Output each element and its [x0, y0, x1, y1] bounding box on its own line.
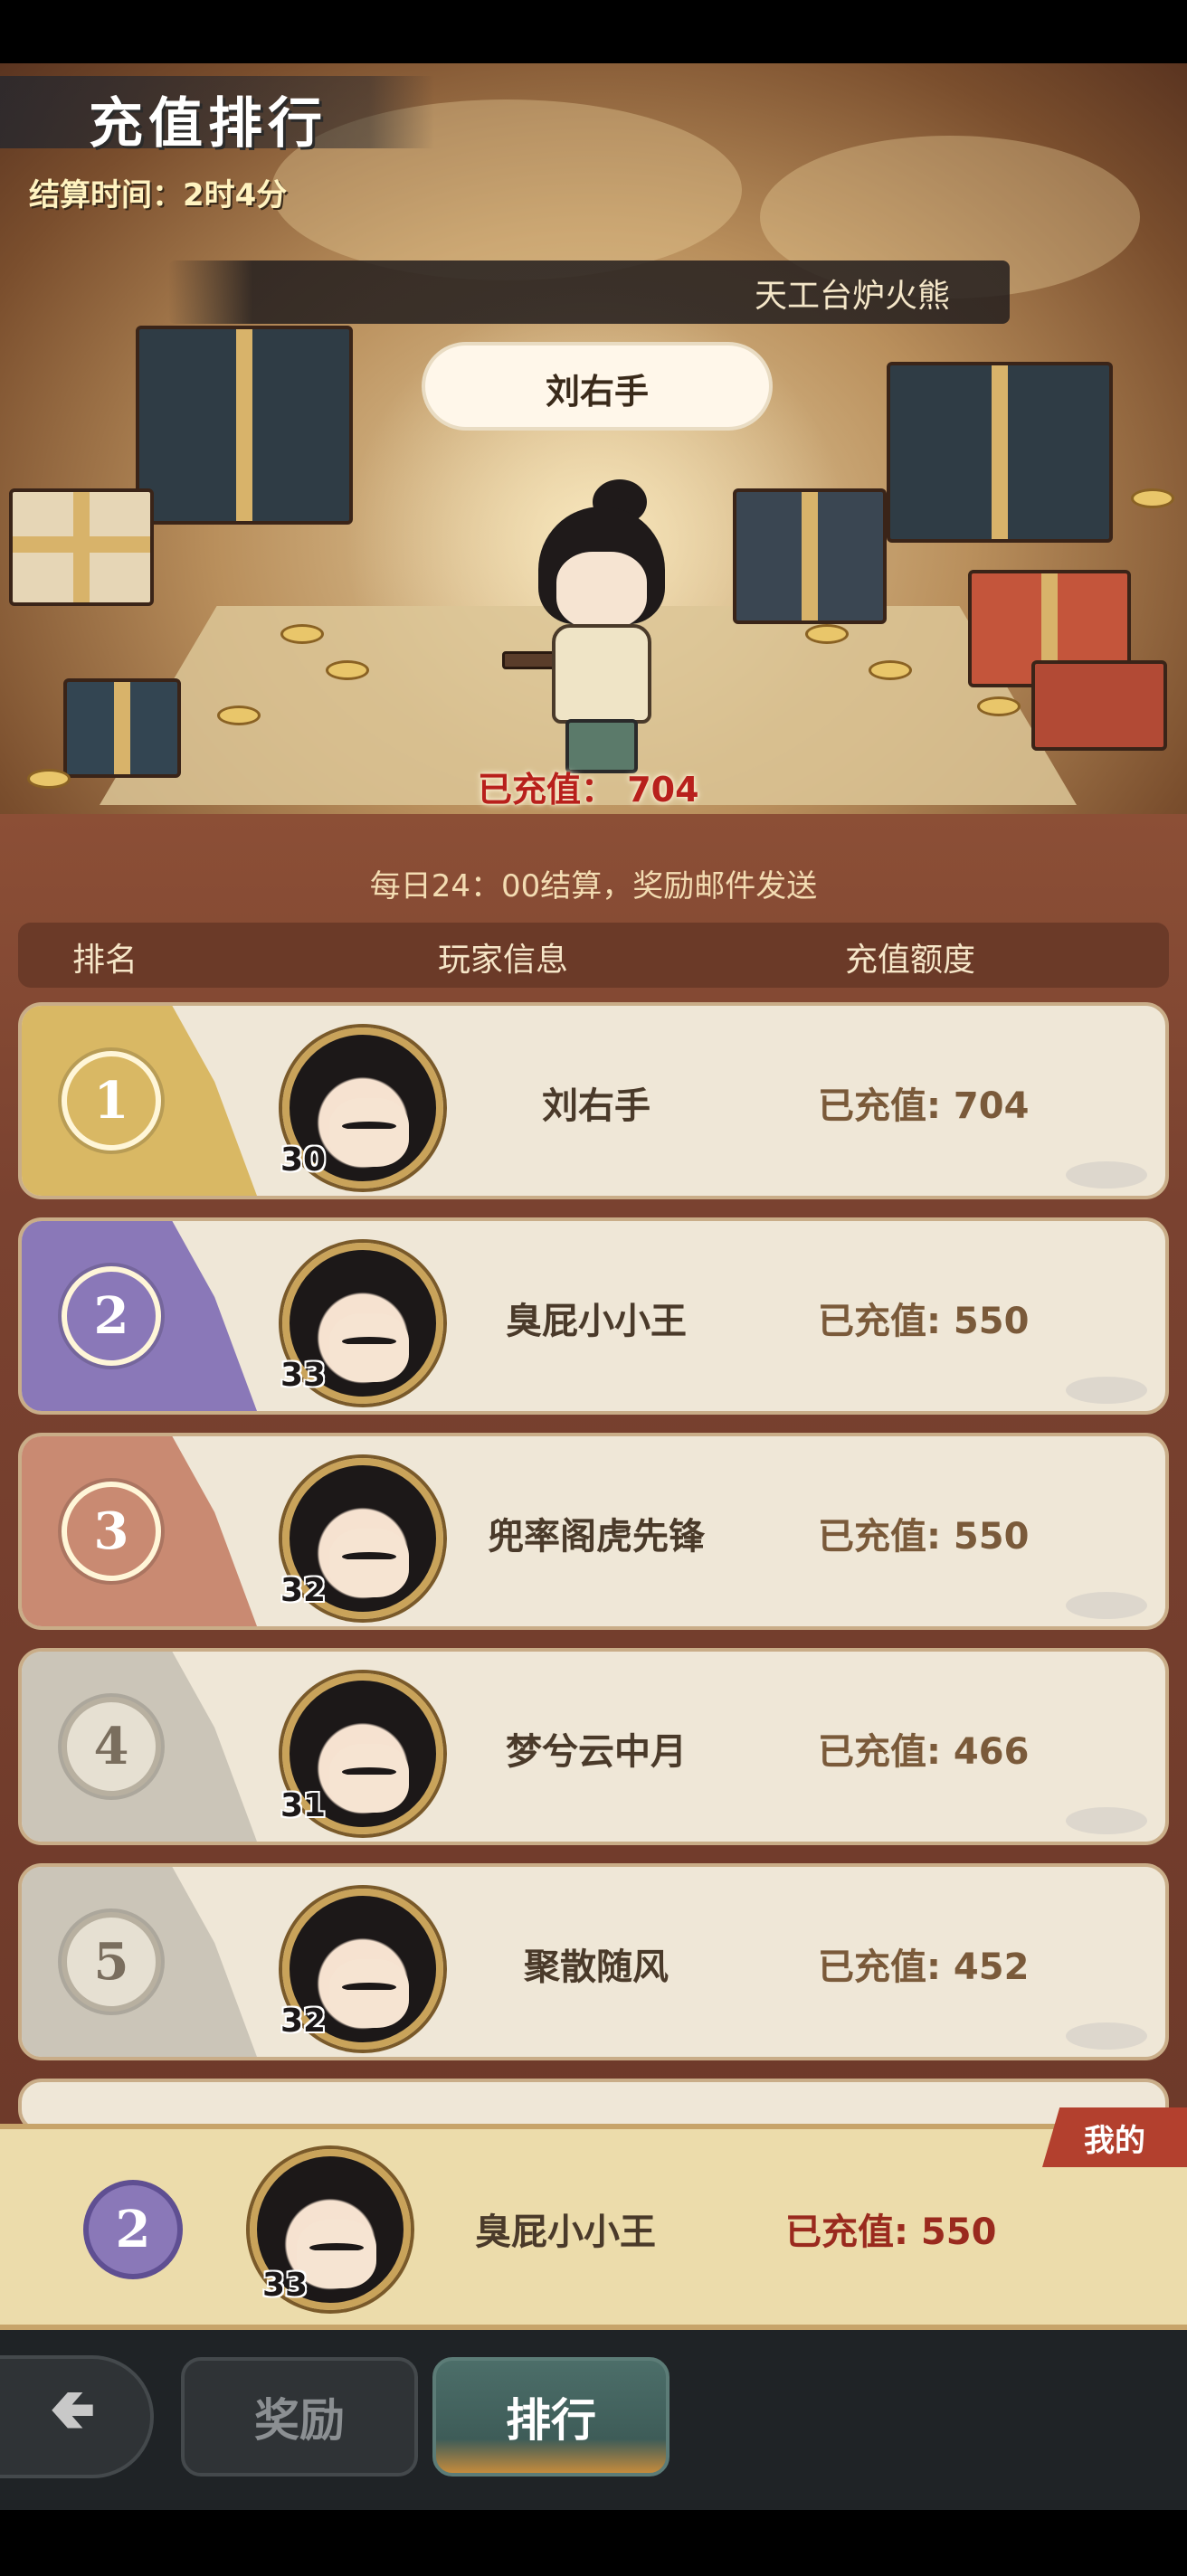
coin-icon [869, 660, 912, 680]
coin-icon [27, 769, 71, 789]
gift-box-icon [887, 362, 1113, 543]
rank-badge-icon: 2 [83, 2180, 183, 2279]
top-player-name: 刘右手 [545, 372, 649, 412]
status-bar [0, 0, 1187, 63]
coin-icon [280, 624, 324, 644]
coin-icon [977, 696, 1021, 716]
gift-box-icon [136, 326, 353, 525]
back-arrow-icon: 🢀 [49, 2376, 96, 2443]
player-level: 31 [280, 1787, 327, 1824]
cloud-wisp-icon [1066, 2022, 1147, 2050]
recharge-amount: 已充值: 452 [818, 1946, 1030, 1988]
column-player-info: 玩家信息 [438, 942, 569, 979]
server-name: 天工台炉火熊 [754, 278, 950, 315]
table-row[interactable]: 3 32 兜率阁虎先锋 已充值: 550 [18, 1433, 1169, 1630]
top-player-recharged: 已充值： 704 [478, 770, 699, 810]
player-name: 梦兮云中月 [506, 1731, 687, 1773]
system-nav-bar [0, 2510, 1187, 2576]
settlement-notice: 每日24：00结算，奖励邮件发送 [369, 868, 818, 904]
player-level: 33 [262, 2267, 309, 2304]
page-title: 充值排行 [89, 92, 328, 156]
column-rank: 排名 [72, 942, 138, 979]
player-name: 刘右手 [542, 1085, 650, 1127]
player-level: 32 [280, 2003, 327, 2040]
player-level: 33 [280, 1357, 327, 1394]
recharge-amount: 已充值: 550 [818, 1301, 1030, 1342]
coin-icon [217, 706, 261, 725]
cloud-wisp-icon [1066, 1377, 1147, 1404]
top-player-character[interactable] [502, 479, 701, 778]
column-recharge-amount: 充值额度 [845, 942, 976, 979]
gift-box-icon [733, 488, 887, 624]
table-header [18, 923, 1169, 988]
tab-ranking[interactable]: 排行 [432, 2357, 669, 2477]
player-level: 30 [280, 1141, 327, 1179]
player-level: 32 [280, 1572, 327, 1609]
recharge-amount: 已充值: 550 [818, 1516, 1030, 1558]
tab-reward[interactable]: 奖励 [181, 2357, 418, 2477]
recharge-amount: 已充值: 466 [818, 1731, 1030, 1773]
coin-icon [326, 660, 369, 680]
table-row[interactable]: 5 32 聚散随风 已充值: 452 [18, 1863, 1169, 2060]
recharge-amount: 已充值: 704 [818, 1085, 1030, 1127]
settle-time: 结算时间：2时4分 [29, 177, 288, 213]
back-button[interactable]: 🢀 [0, 2355, 154, 2478]
cloud-wisp-icon [1066, 1161, 1147, 1189]
coin-icon [1131, 488, 1174, 508]
my-rank-tag: 我的 [1042, 2107, 1187, 2167]
rank-badge-icon: 3 [62, 1482, 161, 1581]
gift-box-icon [1031, 660, 1167, 751]
table-row[interactable]: 4 31 梦兮云中月 已充值: 466 [18, 1648, 1169, 1845]
player-name: 聚散随风 [524, 1946, 669, 1988]
rank-badge-icon: 1 [62, 1051, 161, 1151]
my-player-name: 臭屁小小王 [475, 2211, 656, 2253]
player-name: 兜率阁虎先锋 [488, 1516, 705, 1558]
gift-box-icon [9, 488, 154, 606]
cloud-wisp-icon [1066, 1592, 1147, 1619]
coin-icon [805, 624, 849, 644]
table-row[interactable]: 1 30 刘右手 已充值: 704 [18, 1002, 1169, 1199]
rank-badge-icon: 5 [62, 1912, 161, 2012]
table-row[interactable]: 2 33 臭屁小小王 已充值: 550 [18, 1217, 1169, 1415]
player-name: 臭屁小小王 [506, 1301, 687, 1342]
gift-box-icon [63, 678, 181, 778]
my-recharge-amount: 已充值: 550 [785, 2211, 997, 2253]
rank-badge-icon: 4 [62, 1697, 161, 1796]
rank-badge-icon: 2 [62, 1266, 161, 1366]
cloud-wisp-icon [1066, 1807, 1147, 1834]
